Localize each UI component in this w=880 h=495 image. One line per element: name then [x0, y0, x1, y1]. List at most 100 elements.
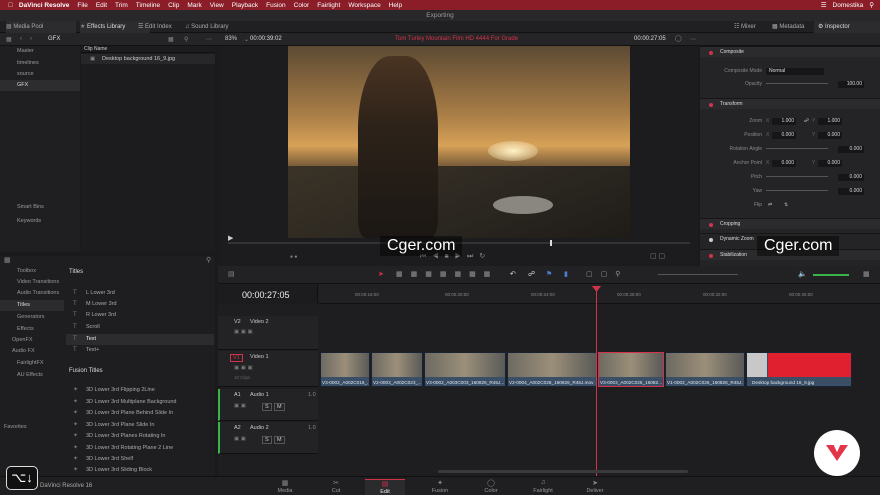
list-item[interactable]: ✦ 3D Lower 3rd Plane Behind Slide In — [66, 408, 214, 419]
layout-icon[interactable]: ▤ — [228, 270, 235, 278]
timeline-name[interactable]: Tom Turley Mountain Film HD 4444 For Gra… — [395, 36, 518, 42]
bin-keywords[interactable]: Keywords — [0, 216, 80, 227]
fx-category-audio-transitions[interactable]: Audio Transitions — [0, 288, 64, 299]
timeline-clip[interactable]: V1-0002_A002C026_160826_R45J.mov — [665, 352, 745, 387]
yaw-slider[interactable] — [766, 190, 828, 191]
enable-dot-icon[interactable] — [709, 103, 713, 107]
media-pool-button[interactable]: ▦ Media Pool — [6, 21, 76, 33]
list-item[interactable]: TR Lower 3rd — [66, 310, 214, 321]
bin-list-icon[interactable]: ▦ — [6, 36, 12, 43]
fx-category-generators[interactable]: Generators — [0, 312, 64, 323]
inspector-button[interactable]: ⚙ Inspector — [814, 21, 880, 33]
marker-icon[interactable]: ▮ — [564, 270, 568, 278]
mixer-button[interactable]: ☷ Mixer — [734, 21, 756, 33]
enable-dot-icon[interactable] — [709, 254, 713, 258]
apple-icon[interactable]:  — [8, 2, 13, 9]
timeline-clip[interactable]: V2-0003_A002C023_... — [371, 352, 423, 387]
zoom-x-field[interactable]: 1.000 — [772, 117, 796, 125]
page-deliver[interactable]: ➤ Deliver — [575, 479, 615, 494]
page-fairlight[interactable]: ♫ Fairlight — [523, 479, 563, 494]
composite-mode-select[interactable]: Normal — [766, 67, 824, 75]
lock-icon[interactable]: ▣ ▣ ▣ — [234, 329, 253, 335]
zoom-y-field[interactable]: 1.000 — [818, 117, 842, 125]
fx-category-video-transitions[interactable]: Video Transitions — [0, 277, 64, 288]
search-icon[interactable]: ⚲ — [184, 36, 188, 43]
menu-workspace[interactable]: Workspace — [348, 2, 380, 9]
list-item[interactable]: ✦ 3D Lower 3rd Rotating Plane 2 Line — [66, 443, 214, 454]
fx-category-audio-fx[interactable]: Audio FX — [0, 346, 64, 357]
bin-source[interactable]: source — [0, 69, 80, 80]
mute-button[interactable]: M — [274, 403, 285, 411]
track-header-v1[interactable]: V1 Video 1 ▣ ▣ ▣ 10 Clips — [218, 351, 318, 387]
flip-horizontal-icon[interactable]: ⇄ — [768, 200, 772, 210]
lock-icon[interactable]: ▣ ▣ — [234, 436, 246, 442]
menu-color[interactable]: Color — [294, 2, 310, 9]
menu-fusion[interactable]: Fusion — [266, 2, 286, 9]
play-full-icon[interactable]: ▶ — [228, 234, 233, 242]
pitch-slider[interactable] — [766, 176, 828, 177]
menu-timeline[interactable]: Timeline — [136, 2, 160, 9]
menu-edit[interactable]: Edit — [96, 2, 107, 9]
page-fusion[interactable]: ✦ Fusion — [420, 479, 460, 494]
timeline-clip-selected[interactable]: V3-0003_A002C025_16082... — [598, 352, 664, 387]
lock-icon[interactable]: ▣ ▣ ▣ — [234, 365, 253, 371]
list-item[interactable]: ▣ Desktop background 16_9.jpg — [81, 54, 215, 64]
grid-view-icon[interactable]: ▦ — [168, 36, 174, 43]
bin-master[interactable]: Master — [0, 46, 80, 57]
menu-fairlight[interactable]: Fairlight — [317, 2, 340, 9]
jog-control[interactable]: ● ● — [290, 254, 297, 260]
playhead[interactable] — [596, 288, 597, 476]
sidebar-toggle-icon[interactable]: ▦ — [4, 256, 11, 264]
settings-circle-icon[interactable]: ◯ — [675, 35, 682, 42]
zoom-tools[interactable]: ▢▢⚲ — [586, 270, 628, 278]
enable-dot-icon[interactable] — [709, 223, 713, 227]
timeline-clip[interactable]: V3-0002_A002C016_... — [320, 352, 370, 387]
list-item[interactable]: T Scroll — [66, 322, 214, 333]
composite-section[interactable]: Composite — [700, 46, 880, 57]
more-options-icon[interactable]: ⋯ — [206, 36, 212, 43]
position-y-field[interactable]: 0.000 — [818, 131, 842, 139]
volume-slider[interactable] — [813, 274, 849, 276]
timeline-clip-image[interactable]: Desktop background 16_9.jpg — [746, 352, 852, 387]
menu-playback[interactable]: Playback — [232, 2, 258, 9]
user-name[interactable]: Domestika — [833, 2, 864, 9]
fx-category-au-effects[interactable]: AU Effects — [0, 370, 64, 381]
list-item[interactable]: TL Lower 3rd — [66, 288, 214, 299]
track-header-a1[interactable]: A1 Audio 1 1.0 ▣ ▣ S M — [218, 389, 318, 421]
clip-name-column-header[interactable]: Clip Name — [81, 46, 215, 53]
cropping-section[interactable]: Cropping — [700, 218, 880, 229]
transform-section[interactable]: Transform — [700, 98, 880, 109]
list-item[interactable]: ✦ 3D Lower 3rd Multiplane Background — [66, 397, 214, 408]
snapping-icon[interactable]: ↶ — [510, 270, 516, 278]
bin-gfx[interactable]: GFX — [0, 80, 80, 91]
viewer-zoom[interactable]: 83% — [225, 36, 237, 42]
horizontal-scrollbar[interactable] — [438, 470, 688, 473]
edit-index-button[interactable]: ☰ Edit Index — [138, 21, 172, 33]
list-item[interactable]: ✦ 3D Lower 3rd Shelf — [66, 454, 214, 465]
flag-icon[interactable]: ⚑ — [546, 270, 552, 278]
anchor-y-field[interactable]: 0.000 — [818, 159, 842, 167]
fx-category-fairlightfx[interactable]: FairlightFX — [0, 358, 64, 369]
list-item[interactable]: ✦ 3D Lower 3rd Plane Slide In — [66, 420, 214, 431]
menu-clip[interactable]: Clip — [168, 2, 179, 9]
list-item[interactable]: T Text+ — [66, 345, 214, 356]
opacity-slider[interactable] — [766, 83, 828, 84]
back-icon[interactable]: ‹ — [20, 36, 22, 42]
sound-library-button[interactable]: ♫ Sound Library — [185, 21, 229, 33]
fx-category-toolbox[interactable]: Toolbox — [0, 266, 64, 277]
menu-help[interactable]: Help — [389, 2, 402, 9]
fx-category-titles[interactable]: Titles — [0, 300, 64, 311]
page-cut[interactable]: ✂ Cut — [316, 479, 356, 494]
opacity-field[interactable]: 100.00 — [838, 80, 864, 88]
metadata-button[interactable]: ▦ Metadata — [772, 21, 804, 33]
solo-button[interactable]: S — [262, 436, 272, 444]
enable-dot-icon[interactable] — [709, 238, 713, 242]
video-frame[interactable] — [288, 46, 630, 238]
selection-tool-icon[interactable]: ➤ — [378, 270, 384, 278]
list-item[interactable]: ✦ 3D Lower 3rd Flipping 2Line — [66, 385, 214, 396]
rotation-slider[interactable] — [766, 148, 828, 149]
more-options-icon[interactable]: ⋯ — [690, 36, 696, 43]
search-icon[interactable]: ⚲ — [206, 256, 211, 264]
anchor-x-field[interactable]: 0.000 — [772, 159, 796, 167]
menu-trim[interactable]: Trim — [115, 2, 128, 9]
